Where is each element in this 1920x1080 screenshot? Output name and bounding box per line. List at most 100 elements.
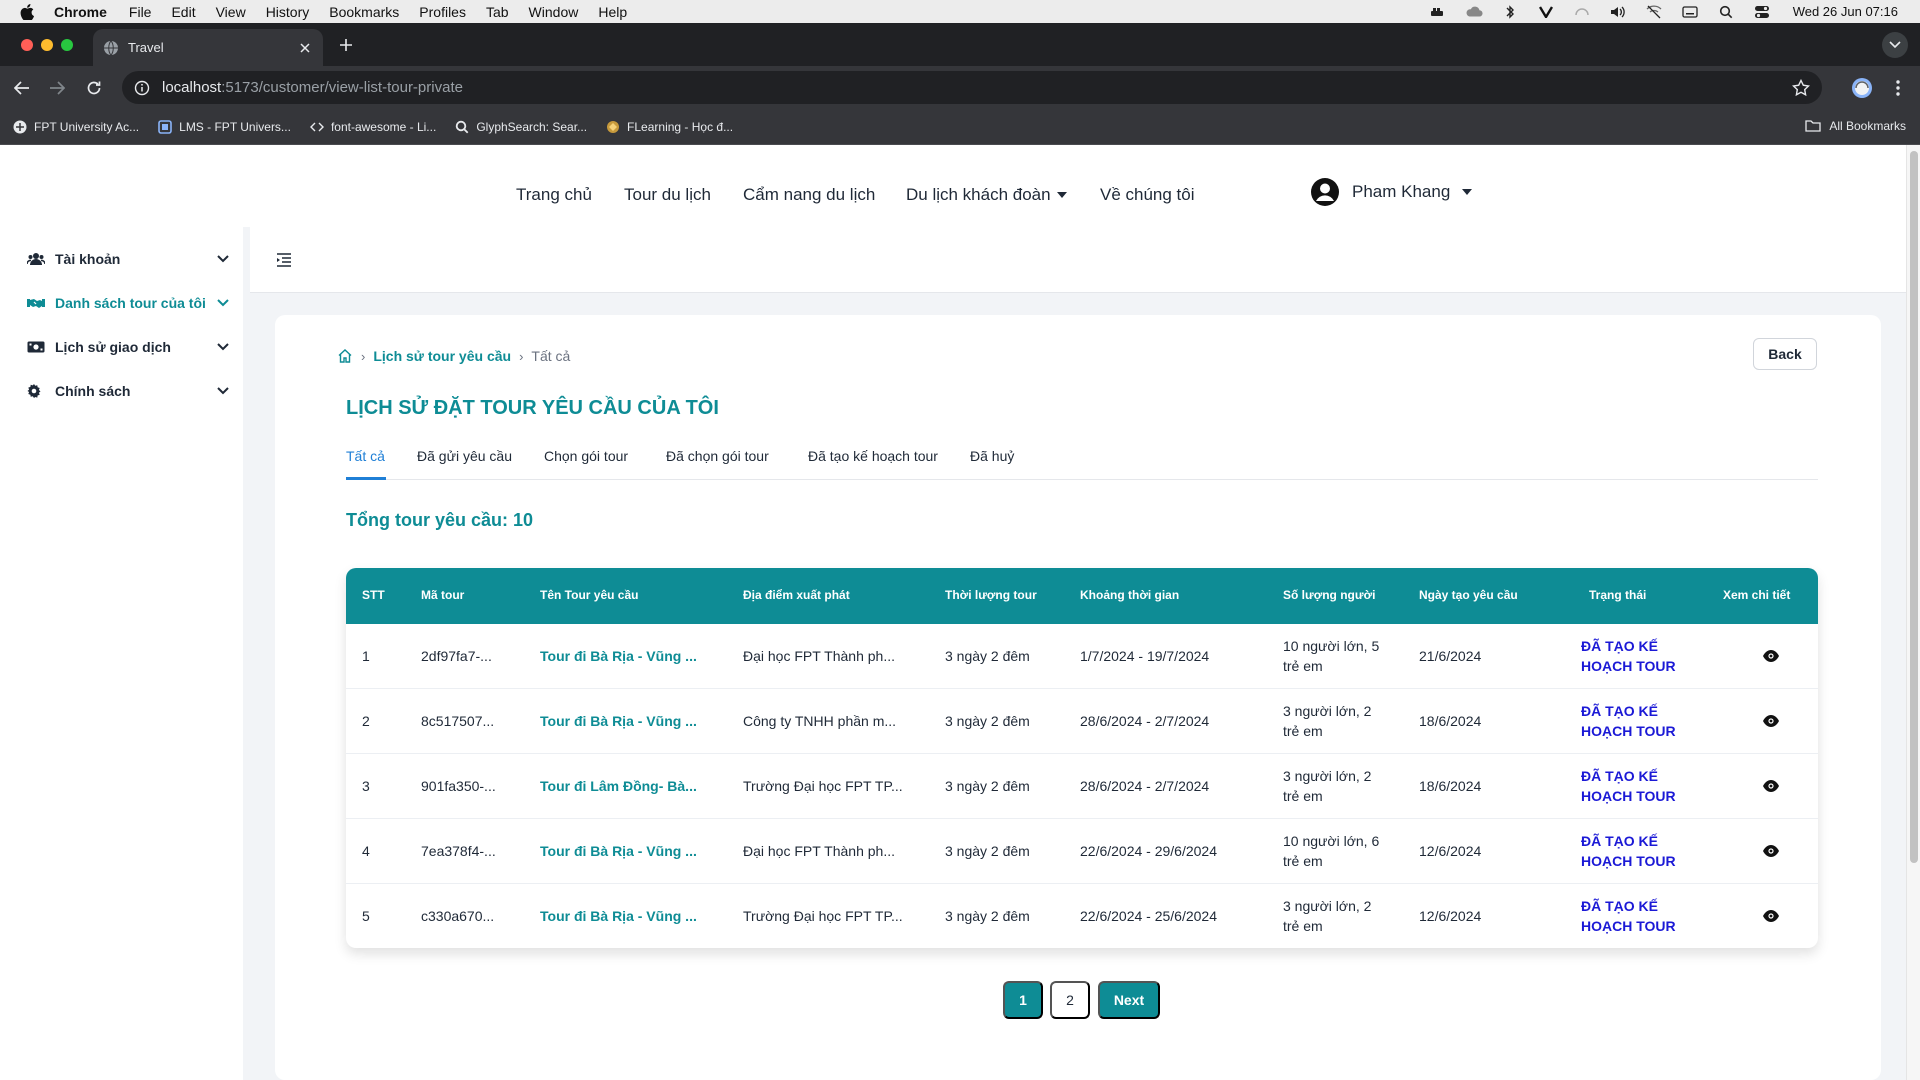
bookmark-label: GlyphSearch: Sear... [476, 119, 588, 134]
cell-code: 7ea378f4-... [421, 843, 496, 859]
scrollbar-thumb[interactable] [1910, 151, 1918, 863]
forward-arrow-icon[interactable] [47, 78, 67, 98]
back-arrow-icon[interactable] [12, 78, 32, 98]
nav-travel-guide[interactable]: Cẩm nang du lịch [743, 185, 875, 205]
cell-tour-name-link[interactable]: Tour đi Bà Rịa - Vũng ... [540, 711, 697, 731]
pagination-next-button[interactable]: Next [1098, 981, 1160, 1019]
close-tab-icon[interactable] [297, 40, 313, 56]
bookmark-fpt-university[interactable]: FPT University Ac... [12, 119, 139, 135]
pagination-page-2[interactable]: 2 [1050, 981, 1090, 1019]
menubar-app-name[interactable]: Chrome [54, 4, 107, 20]
back-button[interactable]: Back [1753, 338, 1817, 370]
breadcrumb: › Lịch sử tour yêu cầu › Tất cả [337, 348, 570, 364]
cell-tour-name-link[interactable]: Tour đi Lâm Đồng- Bà... [540, 776, 697, 796]
window-minimize-button[interactable] [41, 39, 53, 51]
cell-period: 28/6/2024 - 2/7/2024 [1080, 713, 1210, 729]
bookmark-star-icon[interactable] [1791, 78, 1811, 97]
bookmark-lms[interactable]: LMS - FPT Univers... [157, 119, 291, 135]
bookmark-flearning[interactable]: FLearning - Học đ... [605, 119, 733, 135]
page-scrollbar[interactable] [1906, 145, 1920, 1080]
cell-tour-name-link[interactable]: Tour đi Bà Rịa - Vũng ... [540, 841, 697, 861]
bookmark-font-awesome[interactable]: font-awesome - Li... [309, 119, 436, 135]
apple-icon[interactable] [20, 3, 36, 20]
url-host: localhost [162, 79, 222, 96]
menubar-file[interactable]: File [129, 4, 152, 20]
chrome-menu-icon[interactable] [1886, 76, 1910, 100]
docker-icon[interactable] [1429, 5, 1447, 19]
flearning-icon [605, 119, 621, 135]
sidebar-item-my-tours[interactable]: Danh sách tour của tôi [27, 293, 229, 313]
cell-tour-name-link[interactable]: Tour đi Bà Rịa - Vũng ... [540, 646, 697, 666]
tab-package-chosen[interactable]: Đã chọn gói tour [666, 448, 769, 464]
status-line: ĐÃ TẠO KẾ [1581, 898, 1658, 914]
menubar-profiles[interactable]: Profiles [419, 4, 466, 20]
user-menu[interactable]: Pham Khang [1310, 177, 1473, 207]
focus-icon[interactable] [1573, 5, 1591, 19]
menubar-help[interactable]: Help [598, 4, 627, 20]
menubar-history[interactable]: History [266, 4, 310, 20]
nav-home[interactable]: Trang chủ [516, 185, 592, 205]
url-path: :5173/customer/view-list-tour-private [221, 79, 463, 96]
volume-icon[interactable] [1609, 5, 1627, 19]
eye-icon[interactable] [1763, 910, 1779, 922]
site-top-nav: Trang chủ Tour du lịch Cẩm nang du lịch … [0, 145, 1906, 227]
tab-plan-created[interactable]: Đã tạo kế hoạch tour [808, 448, 938, 464]
profile-avatar-icon[interactable] [1850, 76, 1874, 100]
money-icon [27, 340, 45, 354]
menubar-window[interactable]: Window [529, 4, 579, 20]
pagination-page-1[interactable]: 1 [1003, 981, 1043, 1019]
cell-code: 901fa350-... [421, 778, 496, 794]
control-center-icon[interactable] [1753, 5, 1771, 19]
home-icon[interactable] [337, 348, 353, 364]
bluetooth-icon[interactable] [1501, 4, 1519, 19]
breadcrumb-request-history-link[interactable]: Lịch sử tour yêu cầu [373, 348, 511, 364]
tab-choose-package[interactable]: Chọn gói tour [544, 448, 628, 464]
menubar-status-area: Wed 26 Jun 07:16 [1429, 0, 1898, 23]
status-line: HOẠCH TOUR [1581, 788, 1676, 804]
tab-cancelled[interactable]: Đã huỷ [970, 448, 1014, 464]
window-close-button[interactable] [21, 39, 33, 51]
sidebar-item-account[interactable]: Tài khoản [27, 249, 229, 269]
cell-period: 1/7/2024 - 19/7/2024 [1080, 648, 1210, 664]
v-app-icon[interactable] [1537, 5, 1555, 19]
menubar-bookmarks[interactable]: Bookmarks [329, 4, 399, 20]
tab-search-icon[interactable] [1882, 32, 1908, 58]
keyboard-icon[interactable] [1681, 5, 1699, 19]
address-bar[interactable]: localhost:5173/customer/view-list-tour-p… [122, 71, 1822, 104]
tab-all[interactable]: Tất cả [346, 448, 385, 464]
reload-icon[interactable] [84, 78, 104, 98]
nav-group-travel[interactable]: Du lịch khách đoàn [906, 185, 1067, 205]
eye-icon[interactable] [1763, 650, 1779, 662]
globe-icon [103, 40, 119, 56]
sidebar-item-transactions[interactable]: Lịch sử giao dịch [27, 337, 229, 357]
menubar-view[interactable]: View [216, 4, 246, 20]
search-icon[interactable] [1717, 5, 1735, 19]
new-tab-icon[interactable] [336, 35, 356, 55]
nav-about-us[interactable]: Về chúng tôi [1100, 185, 1195, 205]
menubar-tab[interactable]: Tab [486, 4, 509, 20]
menubar-edit[interactable]: Edit [171, 4, 195, 20]
sidebar-item-policy[interactable]: Chính sách [27, 381, 229, 401]
cloud-icon[interactable] [1465, 5, 1483, 19]
cell-status: ĐÃ TẠO KẾ HOẠCH TOUR [1581, 766, 1676, 806]
cell-departure: Đại học FPT Thành ph... [743, 843, 896, 859]
users-icon [27, 252, 45, 266]
bookmark-glyphsearch[interactable]: GlyphSearch: Sear... [454, 119, 587, 135]
menu-toggle-icon[interactable] [276, 253, 292, 267]
cell-created: 12/6/2024 [1419, 908, 1482, 924]
cell-duration: 3 ngày 2 đêm [945, 713, 1030, 729]
wifi-off-icon[interactable] [1645, 4, 1663, 19]
eye-icon[interactable] [1763, 715, 1779, 727]
menubar-clock[interactable]: Wed 26 Jun 07:16 [1793, 4, 1898, 19]
window-zoom-button[interactable] [61, 39, 73, 51]
all-bookmarks-button[interactable]: All Bookmarks [1805, 119, 1906, 133]
browser-tab-travel[interactable]: Travel [93, 29, 323, 66]
site-info-icon[interactable] [134, 80, 150, 96]
nav-tours[interactable]: Tour du lịch [624, 185, 711, 205]
page-viewport: Trang chủ Tour du lịch Cẩm nang du lịch … [0, 145, 1920, 1080]
all-bookmarks-label: All Bookmarks [1829, 119, 1906, 133]
tab-request-sent[interactable]: Đã gửi yêu cầu [417, 448, 512, 464]
eye-icon[interactable] [1763, 780, 1779, 792]
cell-tour-name-link[interactable]: Tour đi Bà Rịa - Vũng ... [540, 906, 697, 926]
eye-icon[interactable] [1763, 845, 1779, 857]
